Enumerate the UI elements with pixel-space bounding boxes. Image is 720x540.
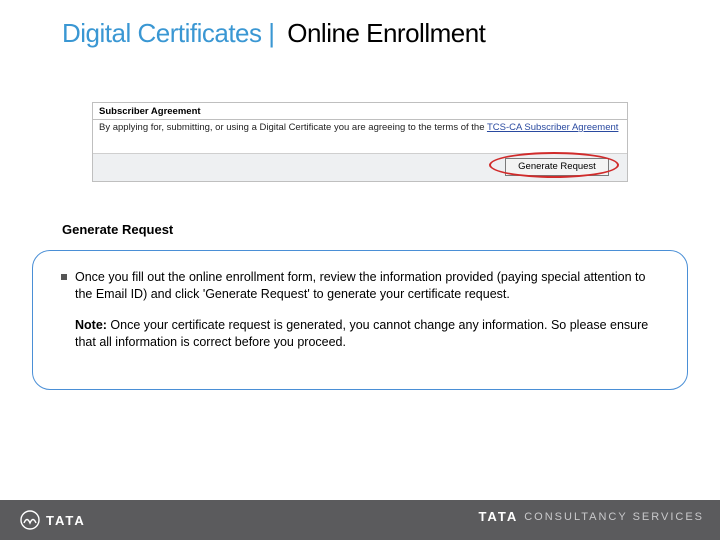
- title-part1: Digital Certificates: [62, 18, 262, 48]
- bullet-text: Once you fill out the online enrollment …: [75, 269, 659, 303]
- footer-right-brand: TATA: [478, 509, 518, 524]
- note-text: Once your certificate request is generat…: [75, 318, 648, 349]
- agreement-body: By applying for, submitting, or using a …: [93, 120, 627, 135]
- bullet-item: Once you fill out the online enrollment …: [61, 269, 659, 303]
- tata-mark-icon: [20, 510, 40, 530]
- section-title: Generate Request: [62, 222, 173, 237]
- agreement-header: Subscriber Agreement: [93, 103, 627, 120]
- footer-right-logo: TATA CONSULTANCY SERVICES: [478, 509, 704, 524]
- title-part2: Online Enrollment: [287, 18, 485, 48]
- agreement-text: By applying for, submitting, or using a …: [99, 122, 487, 133]
- info-box: Once you fill out the online enrollment …: [32, 250, 688, 390]
- title-separator: |: [268, 18, 274, 48]
- embedded-screenshot: Subscriber Agreement By applying for, su…: [92, 102, 628, 182]
- footer-left-brand: TATA: [46, 513, 86, 528]
- page-title: Digital Certificates | Online Enrollment: [62, 18, 485, 49]
- agreement-link[interactable]: TCS-CA Subscriber Agreement: [487, 122, 618, 133]
- footer-bar: TATA TATA CONSULTANCY SERVICES: [0, 500, 720, 540]
- footer-right-sub: CONSULTANCY SERVICES: [524, 511, 704, 523]
- note-label: Note:: [75, 318, 107, 332]
- generate-request-button[interactable]: Generate Request: [505, 158, 609, 176]
- footer-left-logo: TATA: [20, 510, 86, 530]
- slide: Digital Certificates | Online Enrollment…: [0, 0, 720, 540]
- button-bar: Generate Request: [93, 153, 627, 181]
- note: Note: Once your certificate request is g…: [75, 317, 659, 351]
- bullet-square-icon: [61, 274, 67, 280]
